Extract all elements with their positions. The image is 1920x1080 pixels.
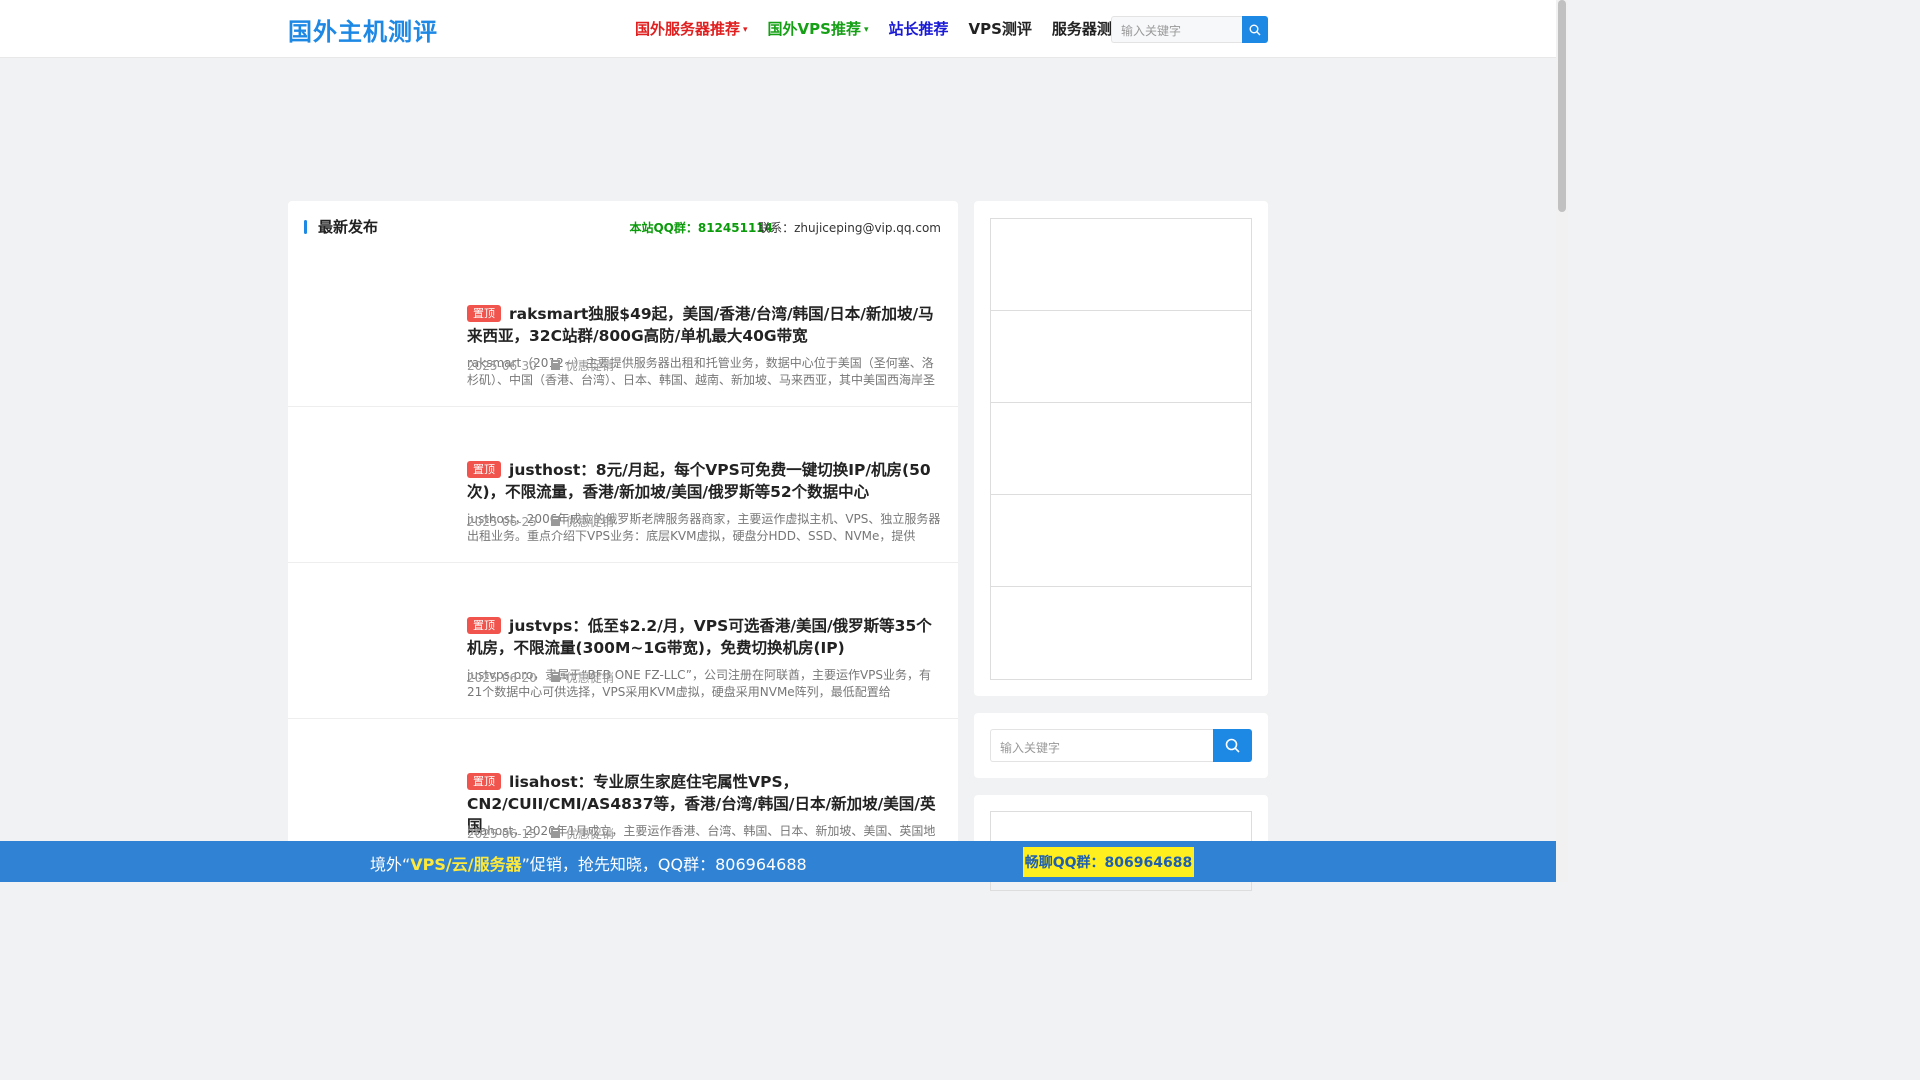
contact-email: 联系：zhujiceping@vip.qq.com <box>758 221 941 235</box>
section-title: 最新发布 <box>318 218 379 236</box>
post-meta: 2025-06-20 优惠促销 <box>467 669 614 686</box>
nav-item-admin-recommend[interactable]: 站长推荐 <box>888 18 948 39</box>
search-icon <box>1249 24 1261 35</box>
nav-item-vps-review[interactable]: VPS测评 <box>969 18 1032 39</box>
site-logo[interactable]: 国外主机测评 <box>288 12 438 47</box>
nav-label: VPS测评 <box>968 20 1032 38</box>
nav-item-vps-recommend[interactable]: 国外VPS推荐 ▾ <box>768 18 869 39</box>
post-title[interactable]: 置顶 justvps：低至$2.2/月，VPS可选香港/美国/俄罗斯等35个机房，… <box>467 615 943 659</box>
sidebar-ad-widget <box>974 201 1268 696</box>
page-scrollbar[interactable] <box>1556 0 1568 882</box>
latest-posts-header: 最新发布 本站QQ群：812451114 联系：zhujiceping@vip.… <box>288 201 958 251</box>
promo-banner: 境外“VPS/云/服务器”促销，抢先知晓，QQ群：806964688 畅聊QQ群… <box>0 841 1556 882</box>
post-thumbnail[interactable] <box>304 735 454 855</box>
post-title[interactable]: 置顶 raksmart独服$49起，美国/香港/台湾/韩国/日本/新加坡/马来西亚… <box>467 303 943 347</box>
post-date: 2025-06-15 <box>467 826 537 841</box>
promo-suffix: ”促销，抢先知晓，QQ群：806964688 <box>521 855 807 874</box>
post-meta: 2025-06-15 优惠促销 <box>467 825 614 842</box>
post-title-text: justvps：低至$2.2/月，VPS可选香港/美国/俄罗斯等35个机房，不限… <box>467 617 932 657</box>
pinned-badge: 置顶 <box>467 305 501 322</box>
pinned-badge: 置顶 <box>467 461 501 478</box>
nav-label: 站长推荐 <box>888 20 949 38</box>
pinned-badge: 置顶 <box>467 617 501 634</box>
main-nav: 国外服务器推荐 ▾ 国外VPS推荐 ▾ 站长推荐 VPS测评 服务器测评 <box>635 18 1147 39</box>
folder-icon <box>550 359 560 373</box>
promo-highlight: VPS/云/服务器 <box>410 855 522 874</box>
header-search-button[interactable] <box>1242 16 1268 43</box>
post-date: 2025-06-20 <box>467 670 537 685</box>
sidebar-search-input[interactable]: 输入关键字 <box>990 729 1213 762</box>
post-category[interactable]: 优惠促销 <box>566 357 614 374</box>
header-search-input[interactable]: 输入关键字 <box>1111 16 1242 43</box>
post-title-text: raksmart独服$49起，美国/香港/台湾/韩国/日本/新加坡/马来西亚，3… <box>467 305 934 345</box>
post-item: 置顶 raksmart独服$49起，美国/香港/台湾/韩国/日本/新加坡/马来西亚… <box>288 251 958 407</box>
post-item: 置顶 justvps：低至$2.2/月，VPS可选香港/美国/俄罗斯等35个机房，… <box>288 563 958 719</box>
post-meta: 2025-06-25 优惠促销 <box>467 513 614 530</box>
scrollbar-thumb[interactable] <box>1558 0 1566 212</box>
post-thumbnail[interactable] <box>304 423 454 543</box>
folder-icon <box>550 671 560 685</box>
post-date: 2025-06-25 <box>467 514 537 529</box>
post-date: 2025-06-30 <box>467 358 537 373</box>
ad-slot[interactable] <box>991 219 1251 311</box>
ad-slot[interactable] <box>991 587 1251 679</box>
latest-posts: 最新发布 本站QQ群：812451114 联系：zhujiceping@vip.… <box>288 201 958 882</box>
ad-slot-stack <box>990 218 1252 680</box>
chevron-down-icon: ▾ <box>743 24 748 35</box>
sidebar-search-button[interactable] <box>1213 729 1252 762</box>
header-search: 输入关键字 <box>1111 16 1268 43</box>
post-title-text: justhost：8元/月起，每个VPS可免费一键切换IP/机房(50次)，不限… <box>467 461 931 501</box>
nav-label: 国外VPS推荐 <box>767 20 861 38</box>
post-meta: 2025-06-30 优惠促销 <box>467 357 614 374</box>
nav-item-server-recommend[interactable]: 国外服务器推荐 ▾ <box>635 18 748 39</box>
search-icon <box>1225 738 1240 753</box>
folder-icon <box>550 515 560 529</box>
promo-text: 境外“VPS/云/服务器”促销，抢先知晓，QQ群：806964688 <box>370 851 807 875</box>
post-category[interactable]: 优惠促销 <box>566 513 614 530</box>
join-qq-group-button[interactable]: 畅聊QQ群：806964688 <box>1023 847 1194 877</box>
folder-icon <box>550 827 560 841</box>
pinned-badge: 置顶 <box>467 773 501 790</box>
post-category[interactable]: 优惠促销 <box>566 825 614 842</box>
chevron-down-icon: ▾ <box>863 24 869 35</box>
post-item: 置顶 justhost：8元/月起，每个VPS可免费一键切换IP/机房(50次)，… <box>288 407 958 563</box>
post-thumbnail[interactable] <box>304 267 454 387</box>
post-category[interactable]: 优惠促销 <box>566 669 614 686</box>
sidebar-search-widget: 输入关键字 <box>974 713 1268 778</box>
site-header: 国外主机测评 国外服务器推荐 ▾ 国外VPS推荐 ▾ 站长推荐 VPS测评 服务器测… <box>0 0 1556 58</box>
post-thumbnail[interactable] <box>304 579 454 699</box>
post-title[interactable]: 置顶 justhost：8元/月起，每个VPS可免费一键切换IP/机房(50次)，… <box>467 459 943 503</box>
section-marker <box>304 220 307 234</box>
ad-slot[interactable] <box>991 403 1251 495</box>
nav-label: 国外服务器推荐 <box>635 20 741 38</box>
ad-slot[interactable] <box>991 311 1251 403</box>
ad-slot[interactable] <box>991 495 1251 587</box>
promo-prefix: 境外“ <box>370 855 411 874</box>
site-qq-group: 本站QQ群：812451114 <box>629 221 773 235</box>
